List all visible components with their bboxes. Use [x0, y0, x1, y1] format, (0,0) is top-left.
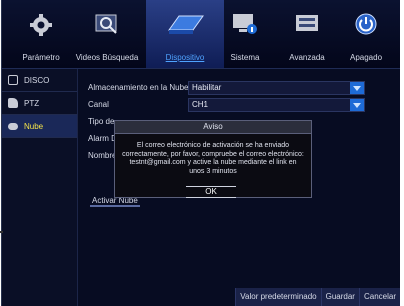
tab-label: Apagado	[349, 53, 383, 62]
tab-label: Videos Búsqueda	[75, 53, 139, 62]
gear-icon	[30, 14, 52, 36]
cloud-storage-select[interactable]: Habilitar	[188, 81, 365, 95]
notice-dialog: Aviso El correo electrónico de activació…	[114, 120, 312, 198]
sidebar-item-disco[interactable]: DISCO	[2, 69, 77, 92]
tab-apagado[interactable]: Apagado	[332, 0, 400, 68]
disk-icon	[8, 75, 18, 85]
chevron-down-icon[interactable]	[350, 99, 364, 111]
top-menu: Parámetro Videos Búsqueda Dispositivo Si…	[2, 0, 400, 69]
type-label: Tipo de	[88, 117, 115, 126]
select-value: CH1	[192, 100, 209, 109]
dvr-window: Parámetro Videos Búsqueda Dispositivo Si…	[1, 0, 400, 306]
channel-select[interactable]: CH1	[188, 98, 365, 112]
cloud-icon	[8, 122, 18, 130]
sidebar: DISCO PTZ Nube	[2, 69, 78, 306]
sidebar-item-label: DISCO	[24, 75, 50, 85]
video-search-icon	[95, 14, 117, 34]
save-button[interactable]: Guardar	[320, 288, 359, 306]
hard-drive-icon	[168, 15, 204, 34]
dialog-title: Aviso	[115, 121, 311, 134]
monitor-info-icon	[233, 14, 257, 34]
cancel-button[interactable]: Cancelar	[358, 288, 400, 306]
chevron-down-icon[interactable]	[350, 82, 364, 94]
footer-buttons: Valor predeterminado Guardar Cancelar	[235, 288, 400, 306]
select-value: Habilitar	[192, 83, 222, 92]
sidebar-item-label: Nube	[24, 121, 44, 131]
sidebar-item-nube[interactable]: Nube	[2, 115, 77, 138]
cloud-storage-label: Almacenamiento en la Nube	[88, 83, 189, 92]
pointer-mark	[0, 231, 3, 233]
name-label: Nombre	[88, 151, 117, 160]
tab-videos-busqueda[interactable]: Videos Búsqueda	[68, 0, 146, 68]
alarm-label: Alarm D	[88, 134, 117, 143]
advanced-settings-icon	[296, 15, 318, 31]
dialog-message: El correo electrónico de activación se h…	[122, 142, 304, 175]
default-button[interactable]: Valor predeterminado	[235, 288, 321, 306]
power-icon	[355, 13, 377, 35]
sidebar-item-label: PTZ	[24, 98, 40, 108]
channel-label: Canal	[88, 100, 109, 109]
sidebar-item-ptz[interactable]: PTZ	[2, 92, 77, 115]
ok-button[interactable]: OK	[186, 186, 236, 198]
ptz-camera-icon	[8, 98, 18, 108]
